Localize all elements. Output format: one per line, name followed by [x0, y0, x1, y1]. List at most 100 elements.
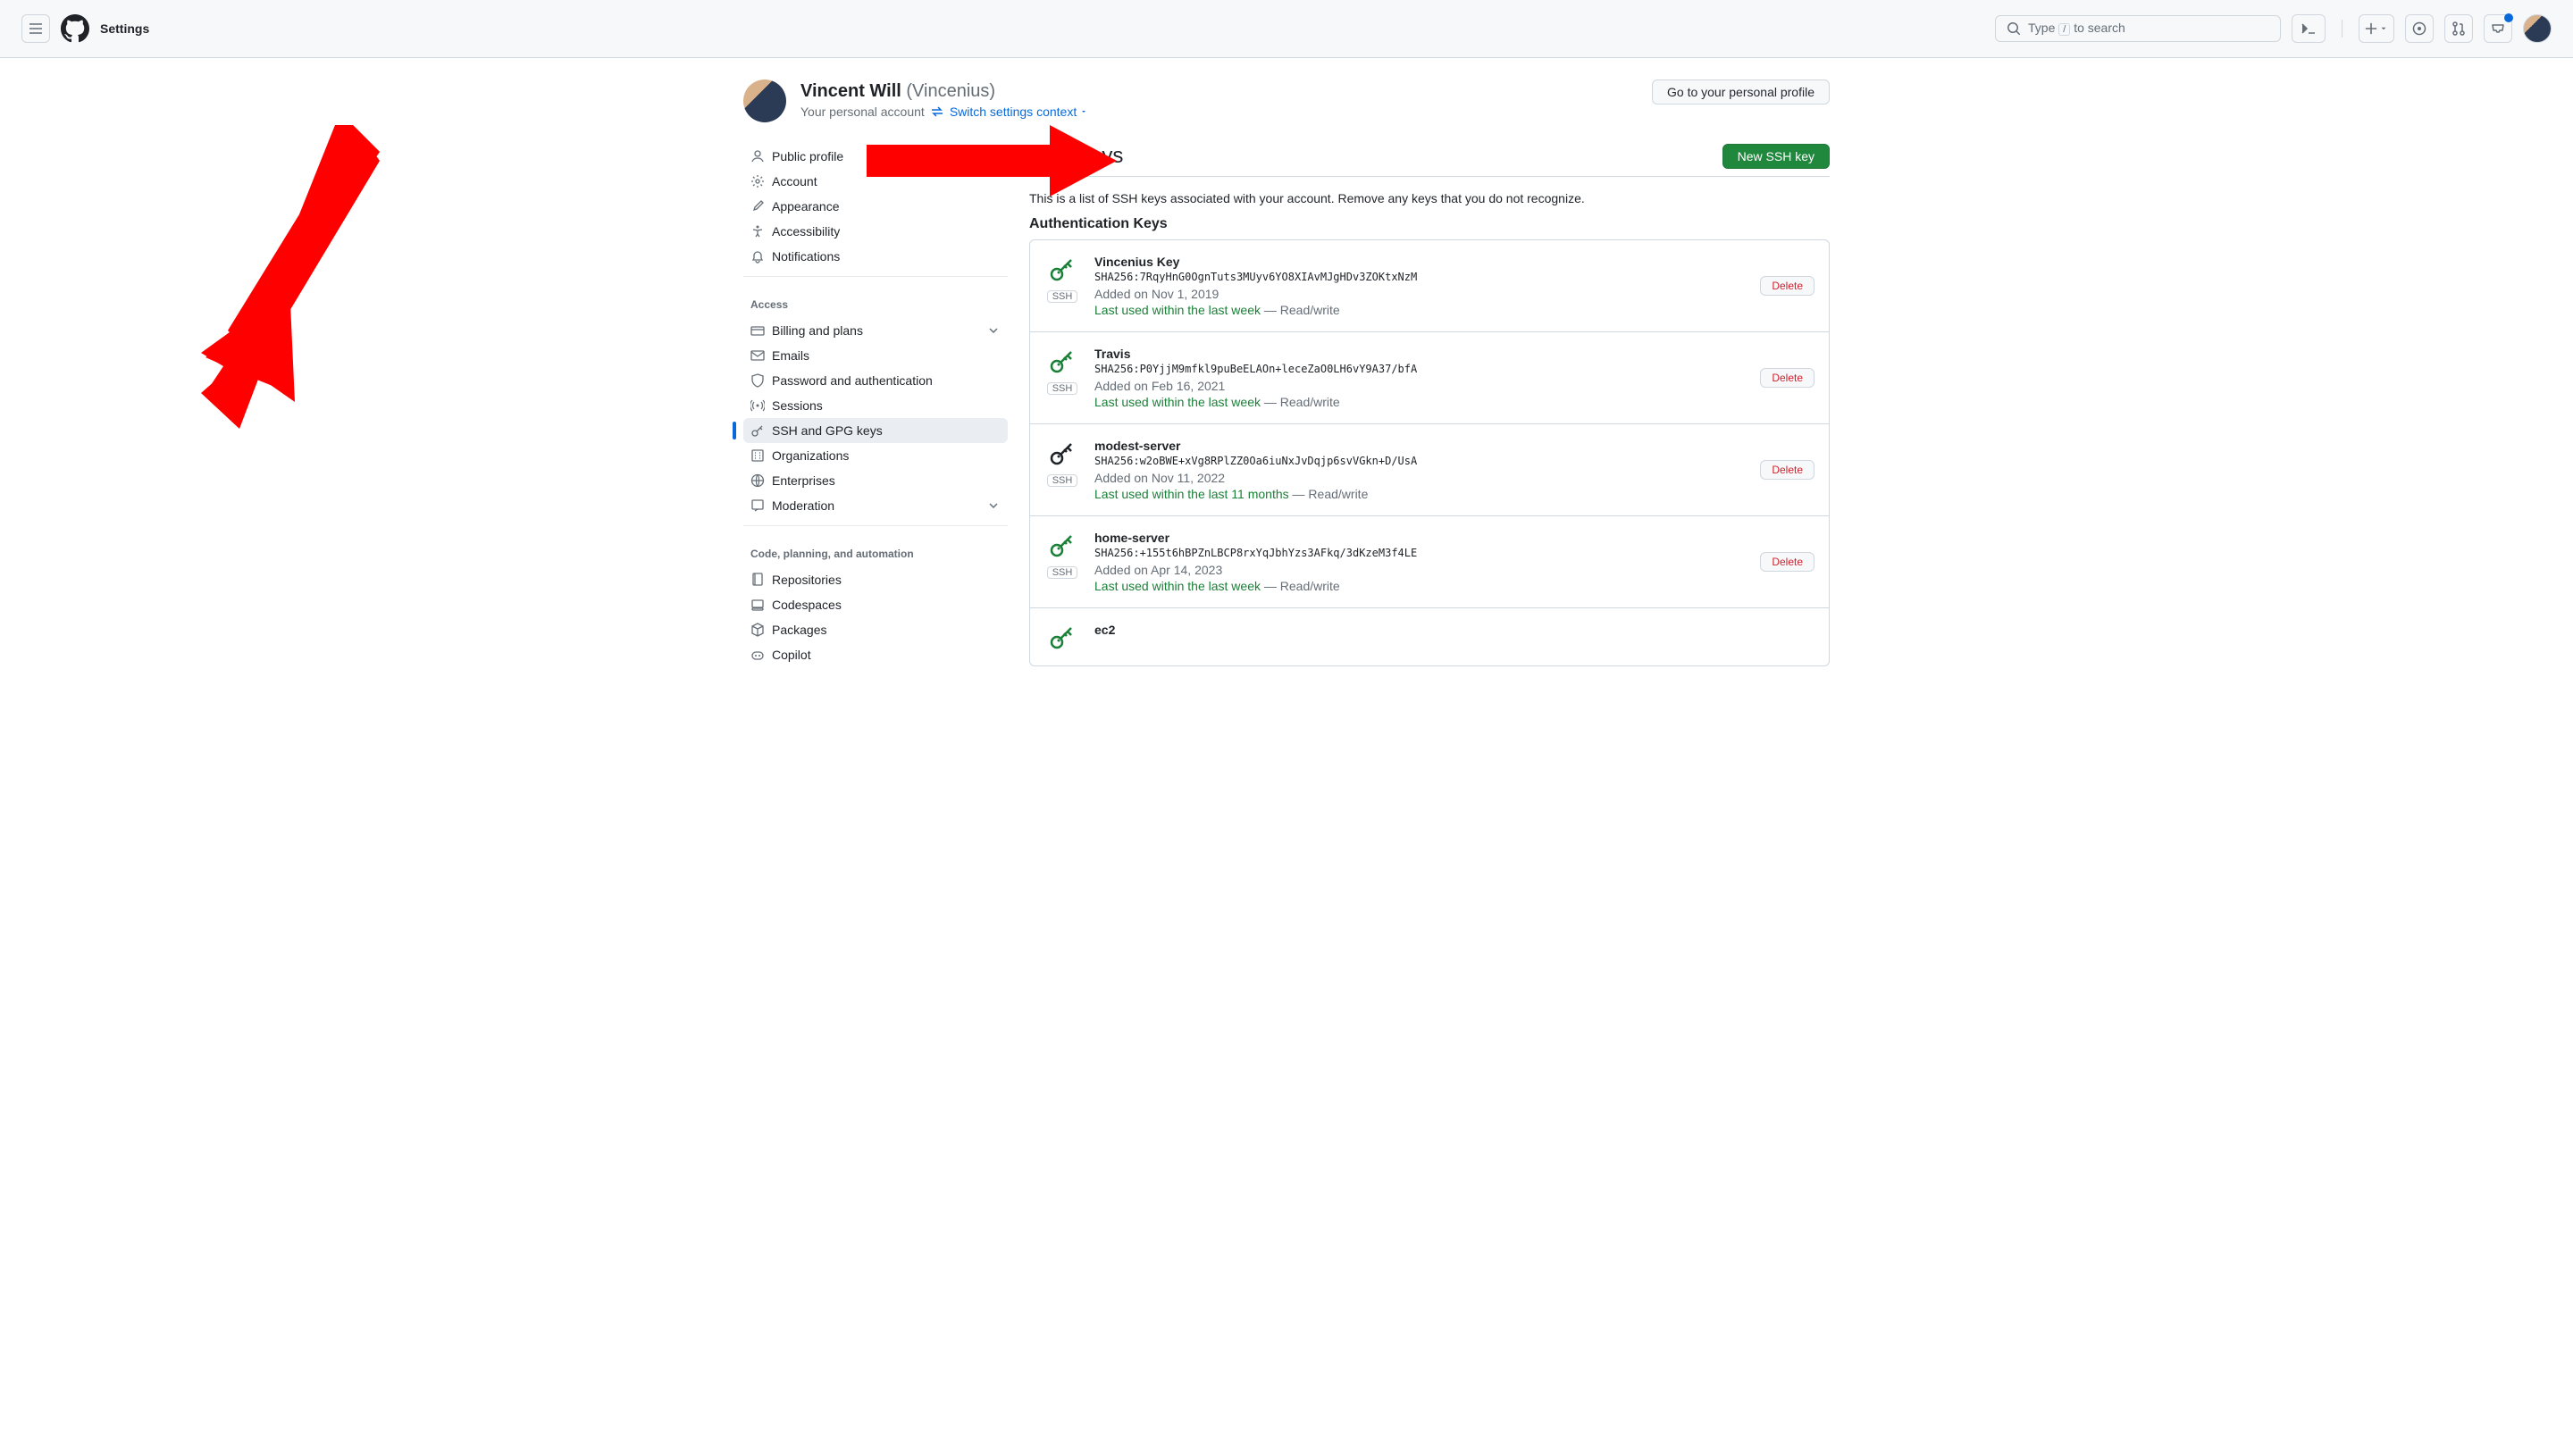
chevron-down-icon: [986, 323, 1001, 338]
person-icon: [750, 149, 765, 163]
delete-key-button[interactable]: Delete: [1760, 368, 1815, 388]
key-last-used: Last used within the last week — Read/wr…: [1094, 303, 1746, 317]
sidebar-item-label: Accessibility: [772, 224, 1001, 238]
accessibility-icon: [750, 224, 765, 238]
chevron-down-icon: [986, 498, 1001, 513]
sidebar-item-password-and-authentication[interactable]: Password and authentication: [743, 368, 1008, 393]
key-name: Vincenius Key: [1094, 255, 1746, 269]
ssh-key-row: SSHVincenius KeySHA256:7RqyHnG0OgnTuts3M…: [1030, 240, 1829, 332]
sidebar-item-public-profile[interactable]: Public profile: [743, 144, 1008, 169]
sidebar-item-label: Account: [772, 174, 1001, 188]
sidebar-item-packages[interactable]: Packages: [743, 617, 1008, 642]
key-last-used: Last used within the last week — Read/wr…: [1094, 579, 1746, 593]
page-heading: SSH keys: [1029, 144, 1123, 169]
sidebar-group-access: Access: [743, 291, 1008, 318]
hamburger-button[interactable]: [21, 14, 50, 43]
profile-avatar[interactable]: [743, 79, 786, 122]
card-icon: [750, 323, 765, 338]
repo-icon: [750, 573, 765, 587]
ssh-key-row: SSH Travis SHA256:P0YjjM9mfkl9puBeELAOn+le…: [1030, 332, 1829, 424]
bell-icon: [750, 249, 765, 264]
key-fingerprint: SHA256:+155t6hBPZnLBCP8rxYqJbhYzs3AFkq/3…: [1094, 547, 1746, 559]
ssh-badge: SSH: [1047, 382, 1078, 395]
sidebar-item-label: Codespaces: [772, 598, 1001, 612]
auth-keys-title: Authentication Keys: [1029, 216, 1830, 232]
delete-key-button[interactable]: Delete: [1760, 552, 1815, 572]
issues-button[interactable]: [2405, 14, 2434, 43]
ssh-keys-list: SSH Vincenius Key SHA256:7RqyHnG0OgnTuts3M…: [1029, 239, 1830, 666]
delete-key-button[interactable]: Delete: [1760, 276, 1815, 296]
hamburger-icon: [29, 21, 43, 36]
github-logo-icon[interactable]: [61, 14, 89, 43]
sidebar-item-label: Emails: [772, 348, 1001, 363]
org-icon: [750, 448, 765, 463]
sidebar-item-accessibility[interactable]: Accessibility: [743, 219, 1008, 244]
key-fingerprint: SHA256:P0YjjM9mfkl9puBeELAOn+leceZaO0LH6…: [1094, 363, 1746, 375]
command-palette-button[interactable]: [2292, 14, 2326, 43]
key-name: Travis: [1094, 347, 1746, 361]
sidebar-item-emails[interactable]: Emails: [743, 343, 1008, 368]
key-name: home-server: [1094, 531, 1746, 545]
header-title: Settings: [100, 21, 149, 36]
key-icon: [750, 423, 765, 438]
caret-down-icon: [1080, 108, 1087, 115]
ssh-badge: SSH: [1047, 566, 1078, 579]
sidebar-item-moderation[interactable]: Moderation: [743, 493, 1008, 518]
sidebar-item-account[interactable]: Account: [743, 169, 1008, 194]
sidebar-group-code: Code, planning, and automation: [743, 540, 1008, 567]
ssh-key-row: SSHmodest-serverSHA256:w2oBWE+xVg8RPlZZ0…: [1030, 424, 1829, 516]
goto-profile-button[interactable]: Go to your personal profile: [1652, 79, 1830, 105]
search-placeholder: Type / to search: [2028, 21, 2125, 37]
report-icon: [750, 498, 765, 513]
key-name: ec2: [1094, 623, 1815, 637]
key-fingerprint: SHA256:7RqyHnG0OgnTuts3MUyv6YO8XIAvMJgHD…: [1094, 271, 1746, 283]
sidebar-item-repositories[interactable]: Repositories: [743, 567, 1008, 592]
profile-name: Vincent Will (Vincenius): [800, 79, 1087, 103]
caret-down-icon: [2379, 24, 2388, 33]
issue-icon: [2412, 21, 2426, 36]
sidebar-item-ssh-and-gpg-keys[interactable]: SSH and GPG keys: [743, 418, 1008, 443]
pull-requests-button[interactable]: [2444, 14, 2473, 43]
sidebar-item-sessions[interactable]: Sessions: [743, 393, 1008, 418]
sidebar-item-billing-and-plans[interactable]: Billing and plans: [743, 318, 1008, 343]
create-new-button[interactable]: [2359, 14, 2394, 43]
ssh-key-row: SSH home-server SHA256:+155t6hBPZnLBCP8rxY…: [1030, 516, 1829, 608]
brush-icon: [750, 199, 765, 213]
copilot-icon: [750, 648, 765, 662]
search-icon: [2007, 21, 2021, 36]
sidebar-item-label: Sessions: [772, 398, 1001, 413]
search-input[interactable]: Type / to search: [1995, 15, 2281, 42]
main-content: SSH keys New SSH key This is a list of S…: [1029, 144, 1830, 689]
broadcast-icon: [750, 398, 765, 413]
sidebar-item-label: Copilot: [772, 648, 1001, 662]
shield-icon: [750, 373, 765, 388]
sidebar-item-notifications[interactable]: Notifications: [743, 244, 1008, 269]
inbox-button[interactable]: [2484, 14, 2512, 43]
page-content: Vincent Will (Vincenius) Your personal a…: [715, 58, 1858, 710]
inbox-icon: [2491, 21, 2505, 36]
mail-icon: [750, 348, 765, 363]
key-icon: [1048, 347, 1077, 375]
settings-sidebar: Public profile Account Appearance Accessibi…: [743, 144, 1008, 689]
switch-icon: [930, 105, 944, 119]
ssh-description: This is a list of SSH keys associated wi…: [1029, 191, 1830, 205]
globe-icon: [750, 473, 765, 488]
key-added-date: Added on Nov 1, 2019: [1094, 287, 1746, 301]
key-icon: [1048, 531, 1077, 559]
sidebar-item-codespaces[interactable]: Codespaces: [743, 592, 1008, 617]
key-icon: [1048, 623, 1077, 651]
sidebar-item-label: Organizations: [772, 448, 1001, 463]
sidebar-item-appearance[interactable]: Appearance: [743, 194, 1008, 219]
ssh-key-row: ec2: [1030, 608, 1829, 665]
sidebar-item-label: Moderation: [772, 498, 979, 513]
delete-key-button[interactable]: Delete: [1760, 460, 1815, 480]
sidebar-item-copilot[interactable]: Copilot: [743, 642, 1008, 667]
sidebar-item-enterprises[interactable]: Enterprises: [743, 468, 1008, 493]
sidebar-item-label: Password and authentication: [772, 373, 1001, 388]
sidebar-item-label: Enterprises: [772, 473, 1001, 488]
switch-context-link[interactable]: Switch settings context: [950, 105, 1087, 119]
user-avatar-button[interactable]: [2523, 14, 2552, 43]
sidebar-item-organizations[interactable]: Organizations: [743, 443, 1008, 468]
new-ssh-key-button[interactable]: New SSH key: [1722, 144, 1830, 169]
key-icon: [1048, 439, 1077, 467]
